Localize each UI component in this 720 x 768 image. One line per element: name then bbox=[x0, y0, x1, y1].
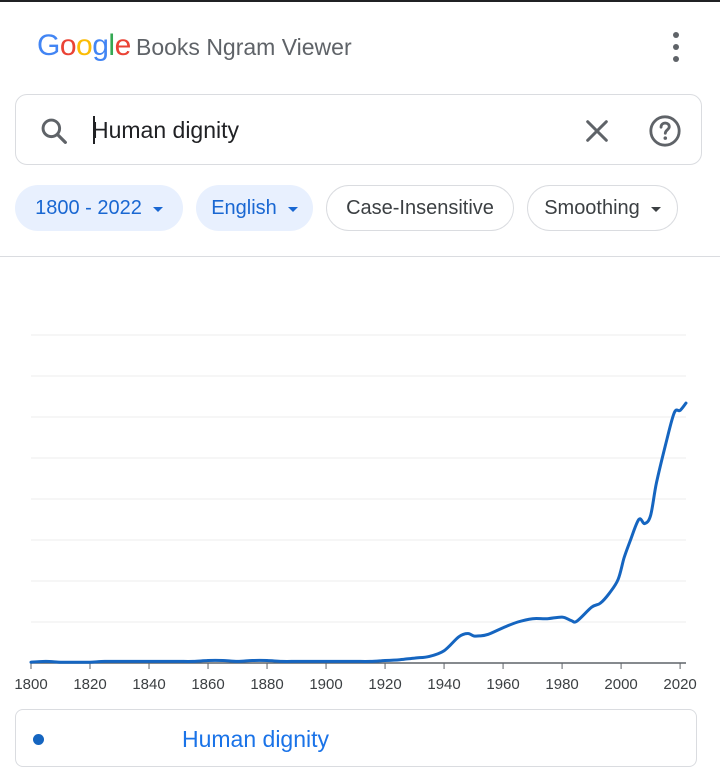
corpus-dropdown[interactable]: English bbox=[196, 185, 313, 231]
x-tick-label: 1940 bbox=[427, 676, 460, 693]
corpus-label: English bbox=[211, 196, 277, 219]
x-tick-label: 1820 bbox=[73, 676, 106, 693]
help-circle-icon[interactable] bbox=[648, 114, 682, 148]
x-tick-label: 1860 bbox=[191, 676, 224, 693]
case-insensitive-toggle[interactable]: Case-Insensitive bbox=[326, 185, 514, 231]
logo-letter: o bbox=[76, 29, 93, 62]
x-axis: 1800 1820 1840 1860 1880 1900 1920 1940 1960 1980… bbox=[14, 662, 697, 693]
case-insensitive-label: Case-Insensitive bbox=[346, 196, 494, 219]
x-tick-label: 1800 bbox=[14, 676, 47, 693]
legend-item[interactable]: Human dignity bbox=[15, 709, 697, 767]
search-icon[interactable] bbox=[38, 115, 70, 147]
text-cursor bbox=[93, 116, 95, 144]
ngram-chart[interactable]: 1800 1820 1840 1860 1880 1900 1920 1940 1960 1980… bbox=[0, 300, 720, 700]
x-tick-label: 1920 bbox=[368, 676, 401, 693]
google-logo[interactable]: Google bbox=[37, 29, 131, 63]
divider bbox=[0, 256, 720, 257]
series-line-human-dignity[interactable] bbox=[29, 401, 688, 664]
logo-letter: G bbox=[37, 29, 60, 62]
gridlines bbox=[31, 334, 686, 623]
logo-letter: g bbox=[92, 29, 109, 62]
year-range-label: 1800 - 2022 bbox=[35, 196, 142, 219]
x-tick-label: 2020 bbox=[663, 676, 696, 693]
close-icon[interactable] bbox=[581, 115, 613, 147]
x-tick-label: 1900 bbox=[309, 676, 342, 693]
chevron-down-icon bbox=[152, 206, 163, 212]
legend-color-dot bbox=[33, 734, 44, 745]
x-tick-label: 1880 bbox=[250, 676, 283, 693]
logo-letter: o bbox=[59, 29, 77, 62]
smoothing-dropdown[interactable]: Smoothing bbox=[527, 185, 678, 231]
app-title: Books Ngram Viewer bbox=[136, 34, 352, 60]
x-tick-label: 1980 bbox=[545, 676, 578, 693]
chevron-down-icon bbox=[650, 206, 661, 212]
smoothing-label: Smoothing bbox=[544, 196, 640, 219]
app-header: Google Books Ngram Viewer bbox=[0, 2, 720, 88]
search-bar[interactable] bbox=[15, 94, 702, 165]
chevron-down-icon bbox=[287, 206, 298, 212]
series-layer bbox=[29, 401, 688, 664]
x-tick-label: 1840 bbox=[132, 676, 165, 693]
x-tick-label: 1960 bbox=[486, 676, 519, 693]
logo-letter: e bbox=[114, 29, 132, 62]
more-vert-icon[interactable] bbox=[662, 32, 690, 62]
x-tick-label: 2000 bbox=[604, 676, 637, 693]
search-input[interactable] bbox=[92, 113, 562, 147]
legend-label: Human dignity bbox=[182, 726, 330, 752]
year-range-dropdown[interactable]: 1800 - 2022 bbox=[15, 185, 183, 231]
